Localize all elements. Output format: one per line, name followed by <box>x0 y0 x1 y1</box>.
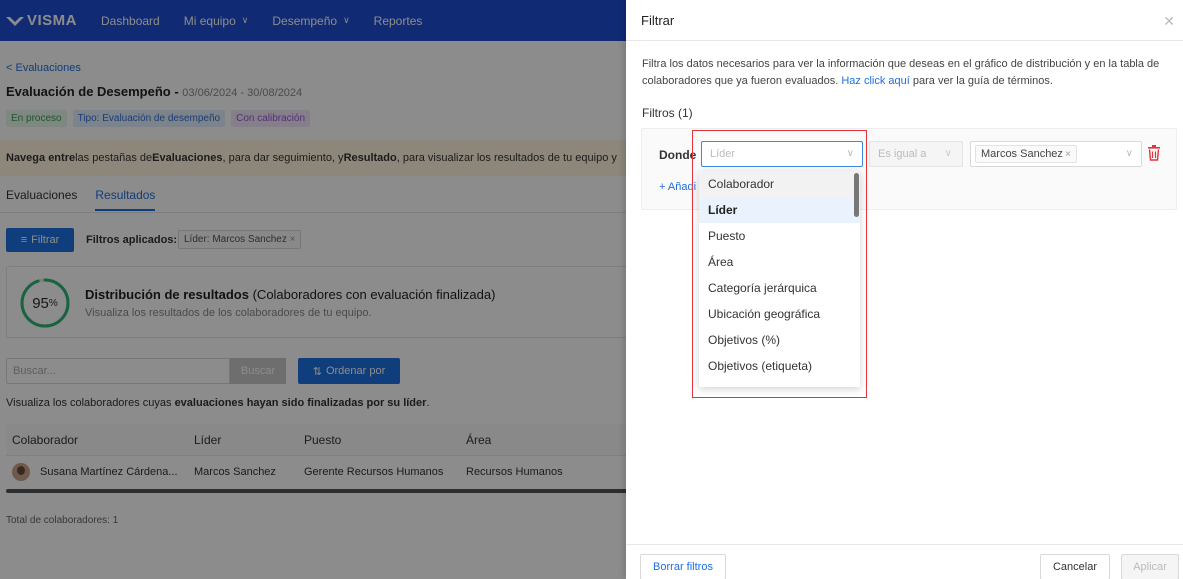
trash-icon[interactable] <box>1147 145 1161 161</box>
add-filter-link[interactable]: + Añadi <box>659 181 696 193</box>
modal-overlay[interactable] <box>0 0 626 579</box>
field-select-placeholder: Líder <box>710 148 736 160</box>
close-icon[interactable]: ✕ <box>1163 13 1175 30</box>
field-dropdown: Colaborador Líder Puesto Área Categoría … <box>699 171 860 387</box>
dropdown-option-area[interactable]: Área <box>699 249 860 275</box>
apply-button[interactable]: Aplicar <box>1121 554 1179 579</box>
clear-filters-button[interactable]: Borrar filtros <box>640 554 726 579</box>
drawer-title: Filtrar <box>641 12 675 28</box>
chevron-down-icon: ∨ <box>944 148 952 159</box>
cancel-button[interactable]: Cancelar <box>1040 554 1110 579</box>
where-label: Donde <box>659 148 697 162</box>
value-select[interactable]: Marcos Sanchez × ∨ <box>970 141 1142 167</box>
drawer-description: Filtra los datos necesarios para ver la … <box>642 56 1172 90</box>
guide-link[interactable]: Haz click aquí <box>841 75 909 87</box>
chevron-down-icon: ∨ <box>846 148 854 159</box>
drawer-footer: Borrar filtros Cancelar Aplicar <box>626 544 1183 579</box>
chevron-down-icon: ∨ <box>1125 148 1133 159</box>
dropdown-option-ubicacion[interactable]: Ubicación geográfica <box>699 301 860 327</box>
value-tag: Marcos Sanchez × <box>975 145 1077 163</box>
dropdown-option-lider[interactable]: Líder <box>699 197 860 223</box>
dropdown-option-objetivos-pct[interactable]: Objetivos (%) <box>699 327 860 353</box>
dropdown-option-objetivos-etiqueta[interactable]: Objetivos (etiqueta) <box>699 353 860 379</box>
dropdown-option-colaborador[interactable]: Colaborador <box>699 171 860 197</box>
operator-select-value: Es igual a <box>878 148 927 160</box>
field-select[interactable]: Líder ∨ <box>701 141 863 167</box>
close-icon[interactable]: × <box>1065 149 1071 160</box>
dropdown-option-puesto[interactable]: Puesto <box>699 223 860 249</box>
value-tag-label: Marcos Sanchez <box>981 148 1063 160</box>
filters-count: Filtros (1) <box>642 106 693 120</box>
operator-select[interactable]: Es igual a ∨ <box>869 141 963 167</box>
dropdown-option-categoria[interactable]: Categoría jerárquica <box>699 275 860 301</box>
dropdown-scrollbar[interactable] <box>854 173 859 217</box>
drawer-header: Filtrar ✕ <box>626 0 1183 41</box>
description-post: para ver la guía de términos. <box>909 75 1053 87</box>
